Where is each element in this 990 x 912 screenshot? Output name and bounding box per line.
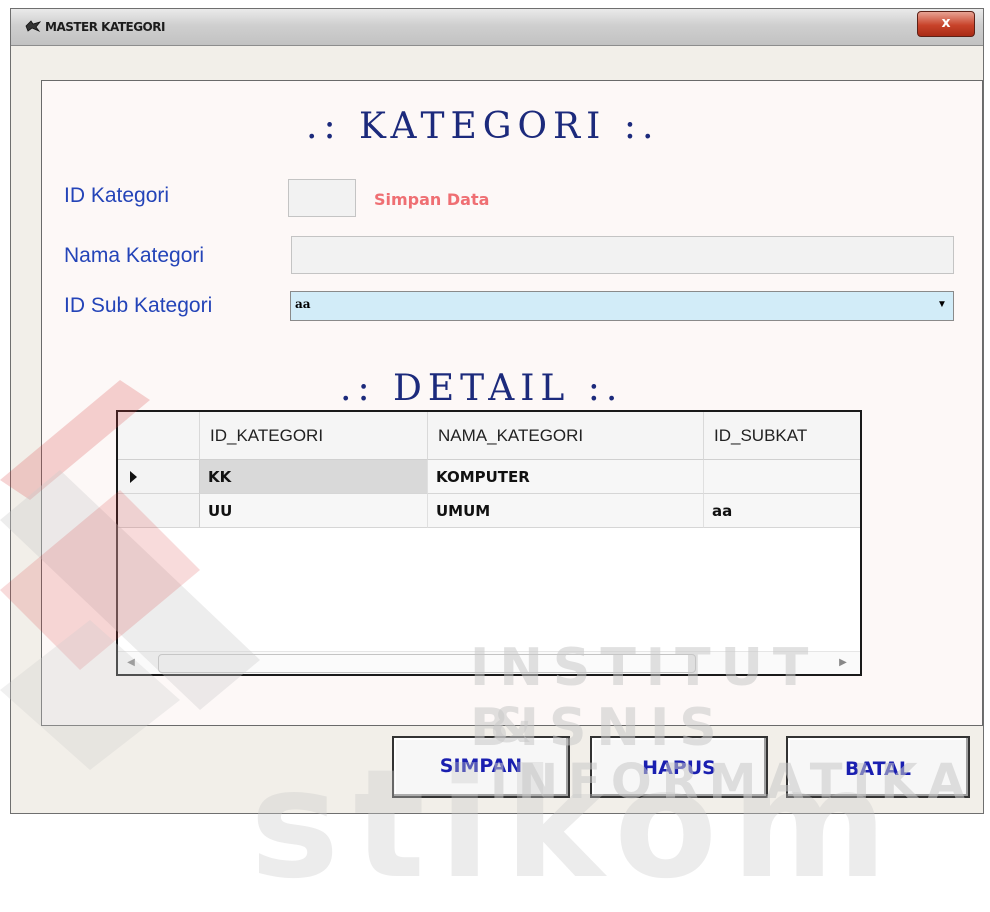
column-header-nama-kategori[interactable]: NAMA_KATEGORI [428,412,704,460]
table-cell[interactable] [704,460,860,494]
table-cell[interactable]: KOMPUTER [428,460,704,494]
title-bar[interactable]: MASTER KATEGORI x [11,9,983,46]
nama-kategori-field[interactable] [291,236,954,274]
table-cell[interactable]: KK [200,460,428,494]
nama-kategori-label: Nama Kategori [64,244,205,267]
column-header-id-kategori[interactable]: ID_KATEGORI [200,412,428,460]
detail-heading: .: DETAIL :. [340,368,624,409]
id-sub-kategori-combo[interactable]: aa ▼ [290,291,954,321]
table-cell[interactable]: UU [200,494,428,528]
table-cell[interactable]: aa [704,494,860,528]
app-icon [25,20,41,32]
grid-corner [118,412,200,460]
simpan-data-hint: Simpan Data [374,190,490,209]
id-kategori-field[interactable] [288,179,356,217]
id-kategori-label: ID Kategori [64,184,170,207]
row-header[interactable] [118,460,200,494]
window-title: MASTER KATEGORI [45,20,165,34]
column-header-id-subkategori[interactable]: ID_SUBKAT [704,412,860,460]
current-row-pointer-icon [130,471,137,483]
watermark-stikom-logo: stikom [250,738,902,912]
table-cell[interactable]: UMUM [428,494,704,528]
row-header[interactable] [118,494,200,528]
close-button[interactable]: x [917,11,975,37]
combo-selected-value: aa [295,297,311,311]
detail-grid[interactable]: ID_KATEGORI NAMA_KATEGORI ID_SUBKAT KK K… [116,410,862,676]
scroll-left-icon[interactable]: ◀ [122,652,140,674]
kategori-heading: .: KATEGORI :. [306,106,660,147]
close-icon: x [941,15,951,31]
chevron-down-icon[interactable]: ▼ [933,295,951,315]
id-sub-kategori-label: ID Sub Kategori [64,294,213,317]
